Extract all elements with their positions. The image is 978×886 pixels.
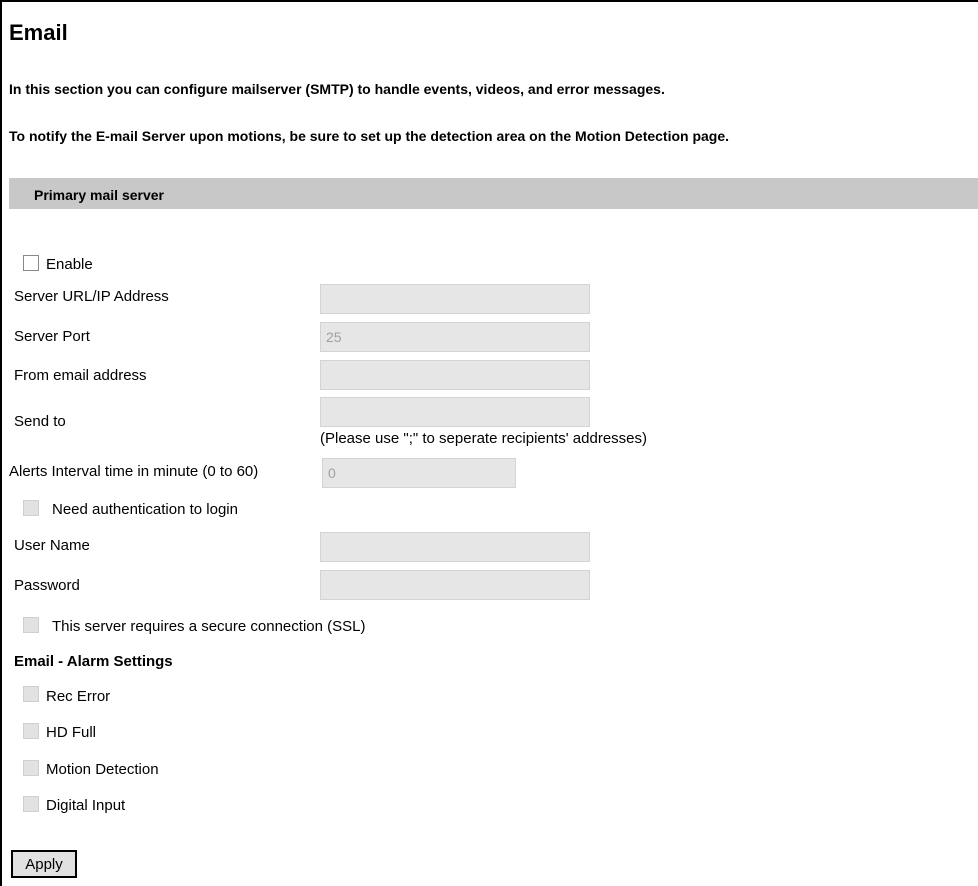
alarm-settings-header: Email - Alarm Settings [14,653,173,670]
password-input[interactable] [320,570,590,600]
need-auth-label: Need authentication to login [52,501,238,518]
motion-detection-label: Motion Detection [46,761,159,778]
from-email-input[interactable] [320,360,590,390]
password-label: Password [14,577,80,594]
ssl-label: This server requires a secure connection… [52,618,366,635]
intro-text: In this section you can configure mailse… [9,81,665,97]
enable-checkbox[interactable] [23,255,39,271]
page-title: Email [9,20,68,45]
server-url-input[interactable] [320,284,590,314]
alerts-interval-label: Alerts Interval time in minute (0 to 60) [9,463,259,480]
notice-text: To notify the E-mail Server upon motions… [9,128,730,144]
server-url-label: Server URL/IP Address [14,288,169,305]
send-to-input[interactable] [320,397,590,427]
alerts-interval-input[interactable] [322,458,516,488]
send-to-hint: (Please use ";" to seperate recipients' … [320,430,648,447]
hd-full-checkbox[interactable] [23,723,39,739]
need-auth-checkbox[interactable] [23,500,39,516]
rec-error-label: Rec Error [46,688,111,705]
from-email-label: From email address [14,367,147,384]
server-port-label: Server Port [14,328,90,345]
user-name-input[interactable] [320,532,590,562]
ssl-checkbox[interactable] [23,617,39,633]
rec-error-checkbox[interactable] [23,686,39,702]
motion-detection-checkbox[interactable] [23,760,39,776]
user-name-label: User Name [14,537,90,554]
enable-label: Enable [46,256,93,273]
send-to-label: Send to [14,413,66,430]
hd-full-label: HD Full [46,724,97,741]
section-header-primary-mail-server: Primary mail server [9,178,978,209]
apply-button[interactable]: Apply [11,850,77,878]
server-port-input[interactable] [320,322,590,352]
digital-input-label: Digital Input [46,797,126,814]
digital-input-checkbox[interactable] [23,796,39,812]
